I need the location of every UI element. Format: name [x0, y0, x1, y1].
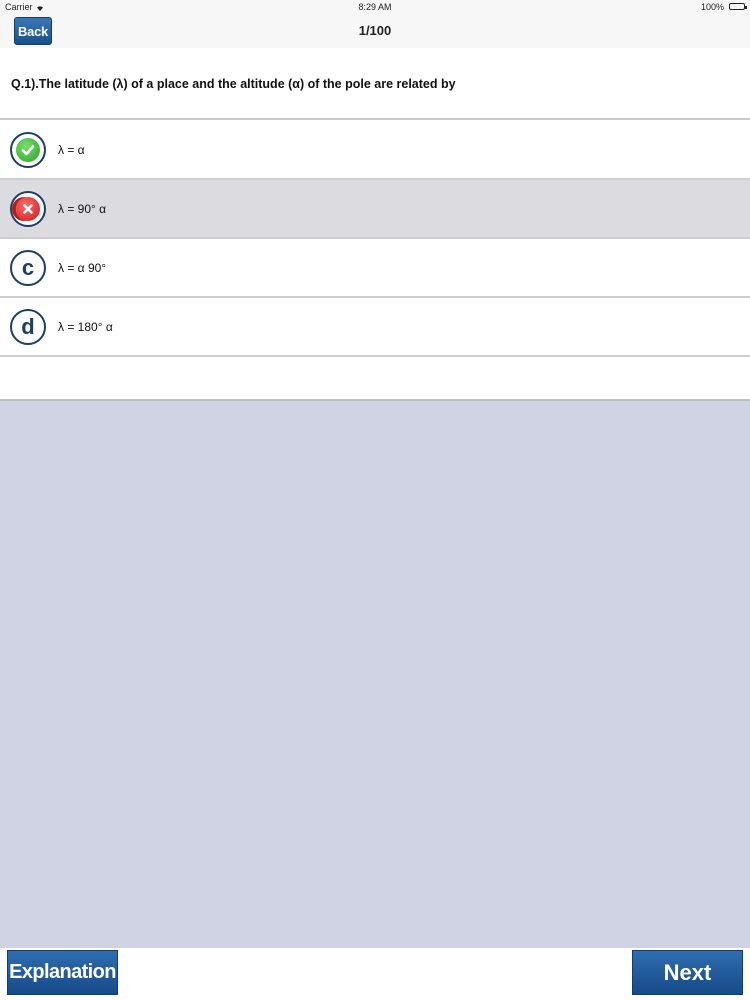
option-d-text: λ = 180° α: [58, 320, 113, 334]
wrong-badge: [10, 191, 46, 227]
answer-options: λ = α λ = 90° α c λ = α 90° d λ = 180° α: [0, 121, 750, 357]
option-d[interactable]: d λ = 180° α: [0, 298, 750, 357]
battery-icon: [729, 3, 747, 10]
battery-percent: 100%: [700, 2, 724, 12]
navigation-bar: Back 1/100: [0, 14, 750, 49]
next-button[interactable]: Next: [632, 950, 743, 995]
option-a-text: λ = α: [58, 143, 85, 157]
option-c[interactable]: c λ = α 90°: [0, 239, 750, 298]
content-background: [0, 401, 750, 948]
option-b[interactable]: λ = 90° α: [0, 180, 750, 239]
option-b-text: λ = 90° α: [58, 202, 107, 216]
status-bar: Carrier 8:29 AM 100%: [0, 0, 750, 14]
option-a[interactable]: λ = α: [0, 121, 750, 180]
options-footer-spacer: [0, 357, 750, 401]
question-panel: Q.1).The latitude (λ) of a place and the…: [0, 48, 750, 120]
check-icon: [16, 138, 40, 162]
status-time: 8:29 AM: [358, 2, 392, 12]
bottom-toolbar: Explanation Next: [0, 948, 750, 1000]
letter-c-badge: c: [10, 250, 46, 286]
question-text: Q.1).The latitude (λ) of a place and the…: [11, 77, 456, 91]
letter-d-badge: d: [10, 309, 46, 345]
option-c-text: λ = α 90°: [58, 261, 107, 275]
correct-badge: [10, 132, 46, 168]
cross-icon: [16, 197, 40, 221]
explanation-button[interactable]: Explanation: [7, 950, 118, 995]
question-progress: 1/100: [358, 23, 392, 38]
